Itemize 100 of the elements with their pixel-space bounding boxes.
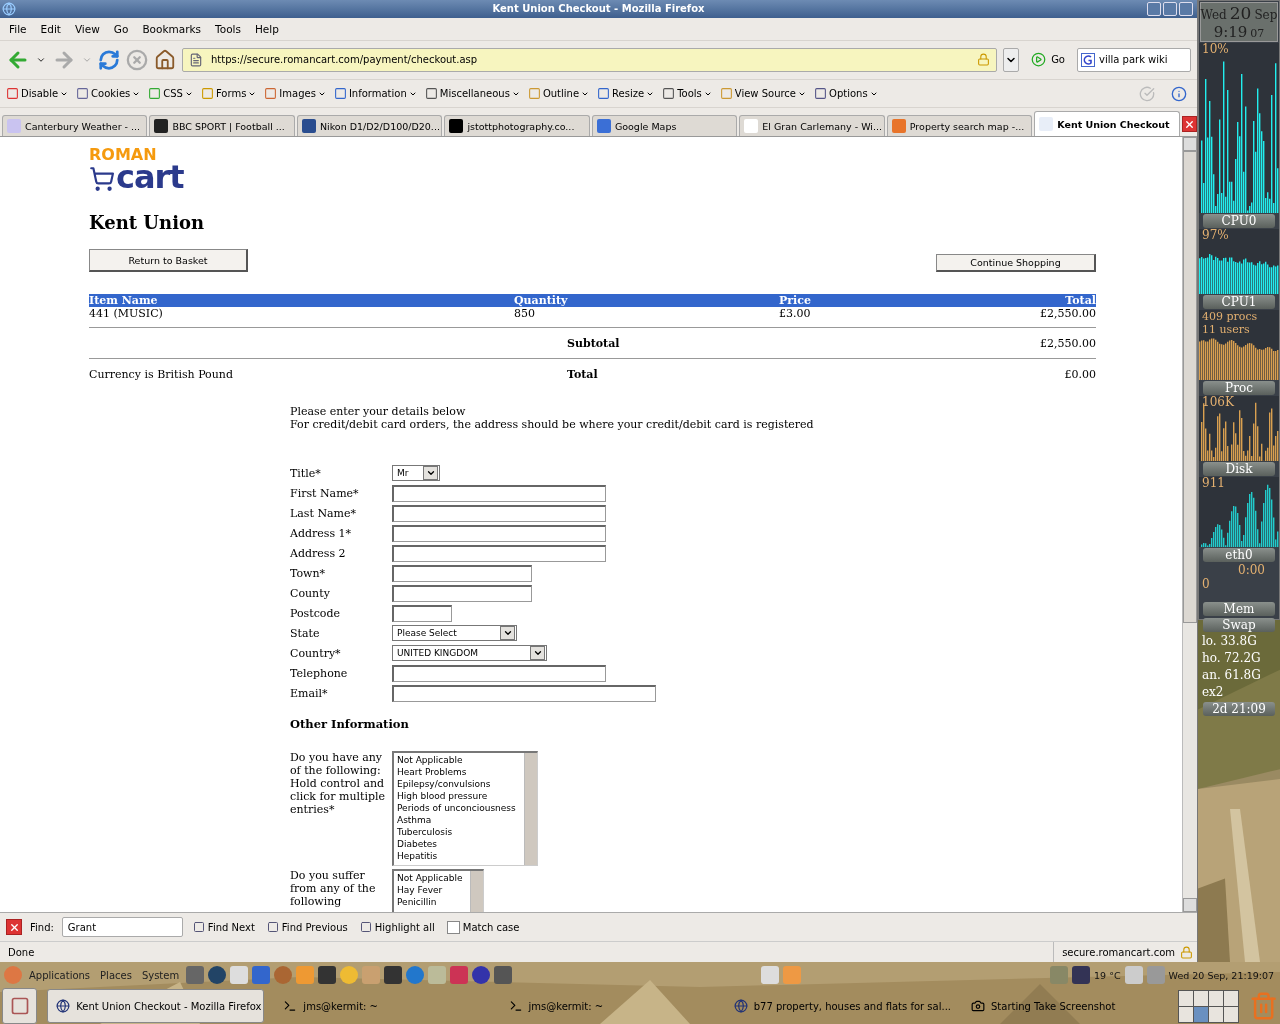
list-option[interactable]: Hay Fever <box>397 884 463 897</box>
go-button[interactable]: Go <box>1025 52 1071 68</box>
scrollbar <box>470 871 484 913</box>
square-icon <box>264 87 278 100</box>
menu-item[interactable]: Go <box>106 22 136 35</box>
table-cell-text: 441 (MUSIC) <box>89 307 164 323</box>
monitor-label: CPU0 <box>1203 214 1275 228</box>
continue-button[interactable]: Continue Shopping <box>936 254 1096 273</box>
input-field[interactable] <box>392 544 606 562</box>
field-label: Telephone <box>290 666 349 680</box>
menu-item[interactable]: View <box>67 22 107 35</box>
toolbar-menu-button[interactable]: CSS <box>146 87 195 100</box>
dropdown-field[interactable]: Please Select <box>392 625 517 642</box>
search-field[interactable]: villa park wiki <box>1077 47 1191 72</box>
list-option[interactable]: Asthma <box>397 814 516 827</box>
input-field[interactable] <box>392 604 452 622</box>
input-field[interactable] <box>392 684 656 702</box>
input-field[interactable] <box>392 564 532 582</box>
taskbar-button[interactable]: Kent Union Checkout - Mozilla Firefox <box>47 989 265 1023</box>
launcher-icon[interactable] <box>318 966 337 984</box>
return-button[interactable]: Return to Basket <box>89 249 248 273</box>
list-box[interactable]: Not Applicable Heart Problems Epilepsy/convulsions High blood pressure Periods of unconciousness Asthma Tuberculosis Diabetes Hepatitis <box>392 751 538 867</box>
input-field[interactable] <box>392 524 606 542</box>
find-button[interactable]: Highlight all <box>357 921 437 934</box>
list-option[interactable]: Diabetes <box>397 838 516 851</box>
maximize-button[interactable] <box>1163 2 1177 16</box>
taskbar-button[interactable]: Starting Take Screenshot <box>962 989 1158 1023</box>
field-label: Do you suffer from any of the following <box>290 869 377 909</box>
minimize-button[interactable] <box>1147 2 1161 16</box>
list-option[interactable]: Tuberculosis <box>397 826 516 839</box>
table-cell-text: £3.00 <box>779 307 812 323</box>
taskbar-button[interactable]: jms@kermit: ~ <box>274 989 490 1023</box>
toolbar-menu-button[interactable]: Outline <box>525 87 592 100</box>
taskbar-button[interactable]: jms@kermit: ~ <box>499 989 715 1023</box>
history-dropdown-button[interactable] <box>1003 47 1020 72</box>
browser-tab[interactable]: Kent Union Checkout <box>1034 111 1180 137</box>
find-button[interactable]: Find Next <box>190 921 257 934</box>
browser-tab[interactable]: Canterbury Weather - ... <box>2 115 148 137</box>
monitor-label: Disk <box>1203 462 1275 476</box>
list-option[interactable]: High blood pressure <box>397 790 516 803</box>
list-option[interactable]: Heart Problems <box>397 766 516 779</box>
browser-tab[interactable]: El Gran Carlemany - Wi... <box>739 115 885 137</box>
launcher-icon[interactable] <box>494 966 513 984</box>
input-field[interactable] <box>392 504 606 522</box>
toolbar-menu-button[interactable]: Cookies <box>74 87 143 100</box>
menu-item[interactable]: File <box>2 22 34 35</box>
list-option[interactable]: Periods of unconciousness <box>397 802 516 815</box>
browser-tab[interactable]: Google Maps <box>591 115 738 137</box>
panel-menu[interactable]: System <box>138 969 183 981</box>
browser-tab[interactable]: Nikon D1/D2/D100/D20... <box>296 115 443 137</box>
dropdown-field[interactable]: UNITED KINGDOM <box>392 645 547 662</box>
home-icon[interactable] <box>154 48 176 71</box>
list-option[interactable]: Not Applicable <box>397 872 463 885</box>
menu-item[interactable]: Edit <box>33 22 68 35</box>
launcher-icon[interactable] <box>252 966 271 984</box>
launcher-icon[interactable] <box>186 966 205 984</box>
menu-item[interactable]: Help <box>247 22 286 35</box>
list-option[interactable]: Epilepsy/convulsions <box>397 778 516 791</box>
list-option[interactable]: Not Applicable <box>397 754 516 767</box>
info-icon[interactable] <box>1171 85 1187 102</box>
panel-menu[interactable]: Places <box>97 969 135 981</box>
close-find-button[interactable] <box>6 919 22 936</box>
menu-item[interactable]: Tools <box>208 22 248 35</box>
browser-tab[interactable]: jstottphotography.co... <box>444 115 590 137</box>
find-button[interactable]: Find Previous <box>264 921 350 934</box>
list-option[interactable]: Hepatitis <box>397 850 516 863</box>
dropdown-field[interactable]: Mr <box>392 465 440 482</box>
toolbar-menu-button[interactable]: Miscellaneous <box>422 87 522 100</box>
find-field[interactable]: Grant <box>61 917 183 938</box>
close-tab-button[interactable] <box>1181 116 1197 133</box>
workspace-switcher[interactable] <box>1177 989 1239 1023</box>
toolbar-menu-button[interactable]: Resize <box>595 87 657 100</box>
browser-tab[interactable]: BBC SPORT | Football ... <box>149 115 295 137</box>
toolbar-menu-button[interactable]: Forms <box>198 87 259 100</box>
play-icon <box>1031 52 1047 68</box>
toolbar-menu-button[interactable]: Disable <box>4 87 71 100</box>
terminal-icon <box>283 999 298 1013</box>
subtotal-value: £2,550.00 <box>1039 336 1096 350</box>
toolbar-menu-button[interactable]: View Source <box>717 87 809 100</box>
show-desktop-button[interactable] <box>2 988 38 1024</box>
toolbar-menu-button[interactable]: Options <box>812 87 880 100</box>
browser-tab[interactable]: Property search map -... <box>886 115 1033 137</box>
toolbar-menu-button[interactable]: Information <box>331 87 419 100</box>
list-option[interactable]: Penicillin <box>397 896 463 909</box>
square-icon <box>266 921 279 934</box>
panel-menu[interactable]: Applications <box>26 969 94 981</box>
taskbar-button[interactable]: b77 property, houses and flats for sal... <box>724 989 952 1023</box>
menu-item[interactable]: Bookmarks <box>135 22 209 35</box>
list-box[interactable]: Not Applicable Hay Fever Penicillin <box>392 869 485 913</box>
stop-icon[interactable] <box>126 48 148 71</box>
input-field[interactable] <box>392 664 606 682</box>
close-button[interactable] <box>1179 2 1193 16</box>
toolbar-menu-button[interactable]: Images <box>262 87 328 100</box>
toolbar-menu-button[interactable]: Tools <box>660 87 714 100</box>
reload-icon[interactable] <box>98 48 120 71</box>
input-field[interactable] <box>392 584 532 602</box>
input-field[interactable] <box>392 484 606 502</box>
match-case-checkbox[interactable]: Match case <box>444 920 522 934</box>
launcher-icon[interactable] <box>384 966 403 984</box>
address-field[interactable]: https://secure.romancart.com/payment/checkout.asp <box>182 47 998 72</box>
